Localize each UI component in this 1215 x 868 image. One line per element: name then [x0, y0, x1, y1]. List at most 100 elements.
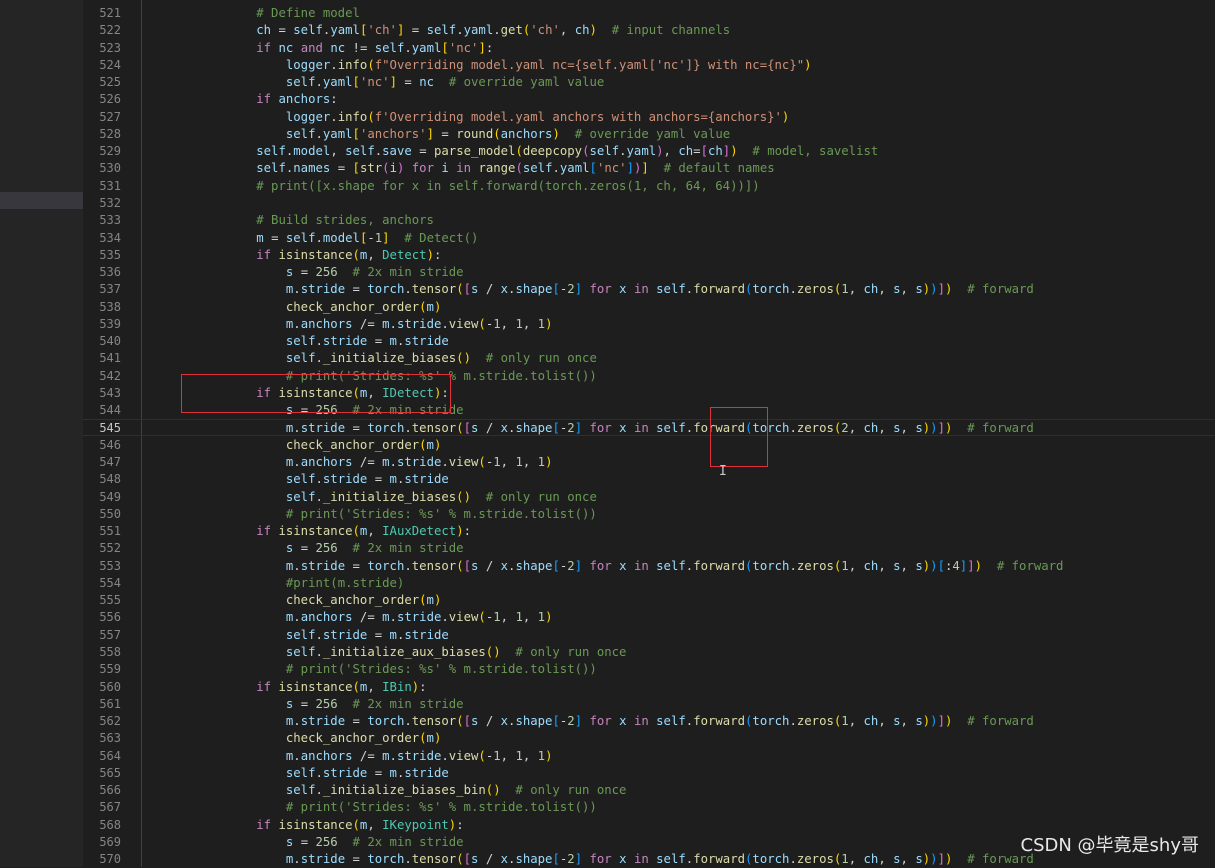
code-text[interactable]: m.stride = torch.tensor([s / x.shape[-2]…: [197, 851, 1034, 868]
code-text[interactable]: #print(m.stride): [197, 575, 404, 592]
code-text[interactable]: s = 256 # 2x min stride: [197, 696, 464, 713]
code-text[interactable]: if isinstance(m, IBin):: [197, 679, 426, 696]
code-text[interactable]: self.stride = m.stride: [197, 333, 449, 350]
code-line[interactable]: 556 m.anchors /= m.stride.view(-1, 1, 1): [83, 609, 1215, 626]
code-line[interactable]: 566 self._initialize_biases_bin() # only…: [83, 782, 1215, 799]
code-text[interactable]: check_anchor_order(m): [197, 437, 441, 454]
code-line[interactable]: 537 m.stride = torch.tensor([s / x.shape…: [83, 281, 1215, 298]
code-line[interactable]: 523 if nc and nc != self.yaml['nc']:: [83, 40, 1215, 57]
code-line[interactable]: 525 self.yaml['nc'] = nc # override yaml…: [83, 74, 1215, 91]
code-text[interactable]: m.stride = torch.tensor([s / x.shape[-2]…: [197, 420, 1034, 437]
code-text[interactable]: # Build strides, anchors: [197, 212, 434, 229]
line-number: 537: [99, 282, 121, 297]
code-text[interactable]: # Define model: [197, 5, 360, 22]
annotation-box-idetect: [181, 374, 451, 413]
code-text[interactable]: m = self.model[-1] # Detect(): [197, 230, 478, 247]
code-line[interactable]: 565 self.stride = m.stride: [83, 765, 1215, 782]
code-line[interactable]: 545 m.stride = torch.tensor([s / x.shape…: [83, 419, 1215, 437]
code-text[interactable]: m.stride = torch.tensor([s / x.shape[-2]…: [197, 713, 1034, 730]
code-line[interactable]: 561 s = 256 # 2x min stride: [83, 696, 1215, 713]
code-line[interactable]: 554 #print(m.stride): [83, 575, 1215, 592]
code-line[interactable]: 524 logger.info(f"Overriding model.yaml …: [83, 57, 1215, 74]
code-line[interactable]: 538 check_anchor_order(m): [83, 299, 1215, 316]
code-text[interactable]: logger.info(f'Overriding model.yaml anch…: [197, 109, 789, 126]
code-line[interactable]: 558 self._initialize_aux_biases() # only…: [83, 644, 1215, 661]
code-text[interactable]: self._initialize_biases_bin() # only run…: [197, 782, 627, 799]
code-line[interactable]: 540 self.stride = m.stride: [83, 333, 1215, 350]
sidebar-selected-item[interactable]: [0, 192, 83, 209]
line-number: 565: [99, 765, 121, 780]
code-line[interactable]: 567 # print('Strides: %s' % m.stride.tol…: [83, 799, 1215, 816]
code-text[interactable]: if nc and nc != self.yaml['nc']:: [197, 40, 493, 57]
code-line[interactable]: 541 self._initialize_biases() # only run…: [83, 350, 1215, 367]
code-line[interactable]: 557 self.stride = m.stride: [83, 627, 1215, 644]
code-text[interactable]: ch = self.yaml['ch'] = self.yaml.get('ch…: [197, 22, 730, 39]
code-line[interactable]: 559 # print('Strides: %s' % m.stride.tol…: [83, 661, 1215, 678]
code-line[interactable]: 536 s = 256 # 2x min stride: [83, 264, 1215, 281]
code-text[interactable]: check_anchor_order(m): [197, 730, 441, 747]
code-line[interactable]: 522 ch = self.yaml['ch'] = self.yaml.get…: [83, 22, 1215, 39]
code-text[interactable]: m.anchors /= m.stride.view(-1, 1, 1): [197, 316, 553, 333]
code-text[interactable]: self.model, self.save = parse_model(deep…: [197, 143, 878, 160]
code-text[interactable]: # print([x.shape for x in self.forward(t…: [197, 178, 759, 195]
code-text[interactable]: m.anchors /= m.stride.view(-1, 1, 1): [197, 748, 553, 765]
line-number: 529: [99, 144, 121, 159]
code-text[interactable]: self._initialize_aux_biases() # only run…: [197, 644, 627, 661]
code-text[interactable]: # print('Strides: %s' % m.stride.tolist(…: [197, 799, 597, 816]
code-line[interactable]: 548 self.stride = m.stride: [83, 471, 1215, 488]
code-line[interactable]: 546 check_anchor_order(m): [83, 437, 1215, 454]
code-text[interactable]: logger.info(f"Overriding model.yaml nc={…: [197, 57, 812, 74]
code-text[interactable]: self.stride = m.stride: [197, 627, 449, 644]
code-line[interactable]: 549 self._initialize_biases() # only run…: [83, 489, 1215, 506]
code-text[interactable]: s = 256 # 2x min stride: [197, 264, 464, 281]
code-text[interactable]: m.stride = torch.tensor([s / x.shape[-2]…: [197, 558, 1064, 575]
code-line[interactable]: 530 self.names = [str(i) for i in range(…: [83, 160, 1215, 177]
code-line[interactable]: 539 m.anchors /= m.stride.view(-1, 1, 1): [83, 316, 1215, 333]
line-number: 555: [99, 593, 121, 608]
code-line[interactable]: 547 m.anchors /= m.stride.view(-1, 1, 1): [83, 454, 1215, 471]
code-text[interactable]: if isinstance(m, Detect):: [197, 247, 441, 264]
code-text[interactable]: self.names = [str(i) for i in range(self…: [197, 160, 774, 177]
code-line[interactable]: 551 if isinstance(m, IAuxDetect):: [83, 523, 1215, 540]
code-editor[interactable]: 521 # Define model 522 ch = self.yaml['ch…: [83, 0, 1215, 867]
line-number: 566: [99, 783, 121, 798]
code-text[interactable]: self.yaml['anchors'] = round(anchors) # …: [197, 126, 730, 143]
code-text[interactable]: # print('Strides: %s' % m.stride.tolist(…: [197, 661, 597, 678]
code-text[interactable]: self._initialize_biases() # only run onc…: [197, 350, 597, 367]
code-line[interactable]: 564 m.anchors /= m.stride.view(-1, 1, 1): [83, 748, 1215, 765]
code-line[interactable]: 534 m = self.model[-1] # Detect(): [83, 230, 1215, 247]
code-line[interactable]: 563 check_anchor_order(m): [83, 730, 1215, 747]
code-text[interactable]: check_anchor_order(m): [197, 592, 441, 609]
code-text[interactable]: m.anchors /= m.stride.view(-1, 1, 1): [197, 609, 553, 626]
code-line[interactable]: 552 s = 256 # 2x min stride: [83, 540, 1215, 557]
code-line[interactable]: 531 # print([x.shape for x in self.forwa…: [83, 178, 1215, 195]
code-text[interactable]: self.yaml['nc'] = nc # override yaml val…: [197, 74, 604, 91]
code-text[interactable]: check_anchor_order(m): [197, 299, 441, 316]
code-line[interactable]: 532: [83, 195, 1215, 212]
code-line[interactable]: 553 m.stride = torch.tensor([s / x.shape…: [83, 558, 1215, 575]
code-line[interactable]: 527 logger.info(f'Overriding model.yaml …: [83, 109, 1215, 126]
code-text[interactable]: self._initialize_biases() # only run onc…: [197, 489, 597, 506]
code-line[interactable]: 528 self.yaml['anchors'] = round(anchors…: [83, 126, 1215, 143]
code-text[interactable]: self.stride = m.stride: [197, 471, 449, 488]
code-text[interactable]: if isinstance(m, IAuxDetect):: [197, 523, 471, 540]
code-line[interactable]: 562 m.stride = torch.tensor([s / x.shape…: [83, 713, 1215, 730]
code-line[interactable]: 526 if anchors:: [83, 91, 1215, 108]
code-text[interactable]: self.stride = m.stride: [197, 765, 449, 782]
code-line[interactable]: 560 if isinstance(m, IBin):: [83, 679, 1215, 696]
code-text[interactable]: s = 256 # 2x min stride: [197, 834, 464, 851]
line-number: 521: [99, 6, 121, 20]
code-line[interactable]: 550 # print('Strides: %s' % m.stride.tol…: [83, 506, 1215, 523]
code-text[interactable]: m.anchors /= m.stride.view(-1, 1, 1): [197, 454, 553, 471]
code-line[interactable]: 555 check_anchor_order(m): [83, 592, 1215, 609]
code-text[interactable]: if anchors:: [197, 91, 337, 108]
code-line[interactable]: 521 # Define model: [83, 5, 1215, 22]
code-text[interactable]: if isinstance(m, IKeypoint):: [197, 817, 463, 834]
line-number: 527: [99, 109, 121, 124]
code-line[interactable]: 535 if isinstance(m, Detect):: [83, 247, 1215, 264]
code-text[interactable]: s = 256 # 2x min stride: [197, 540, 464, 557]
code-text[interactable]: # print('Strides: %s' % m.stride.tolist(…: [197, 506, 597, 523]
code-line[interactable]: 533 # Build strides, anchors: [83, 212, 1215, 229]
code-text[interactable]: m.stride = torch.tensor([s / x.shape[-2]…: [197, 281, 1034, 298]
code-line[interactable]: 529 self.model, self.save = parse_model(…: [83, 143, 1215, 160]
